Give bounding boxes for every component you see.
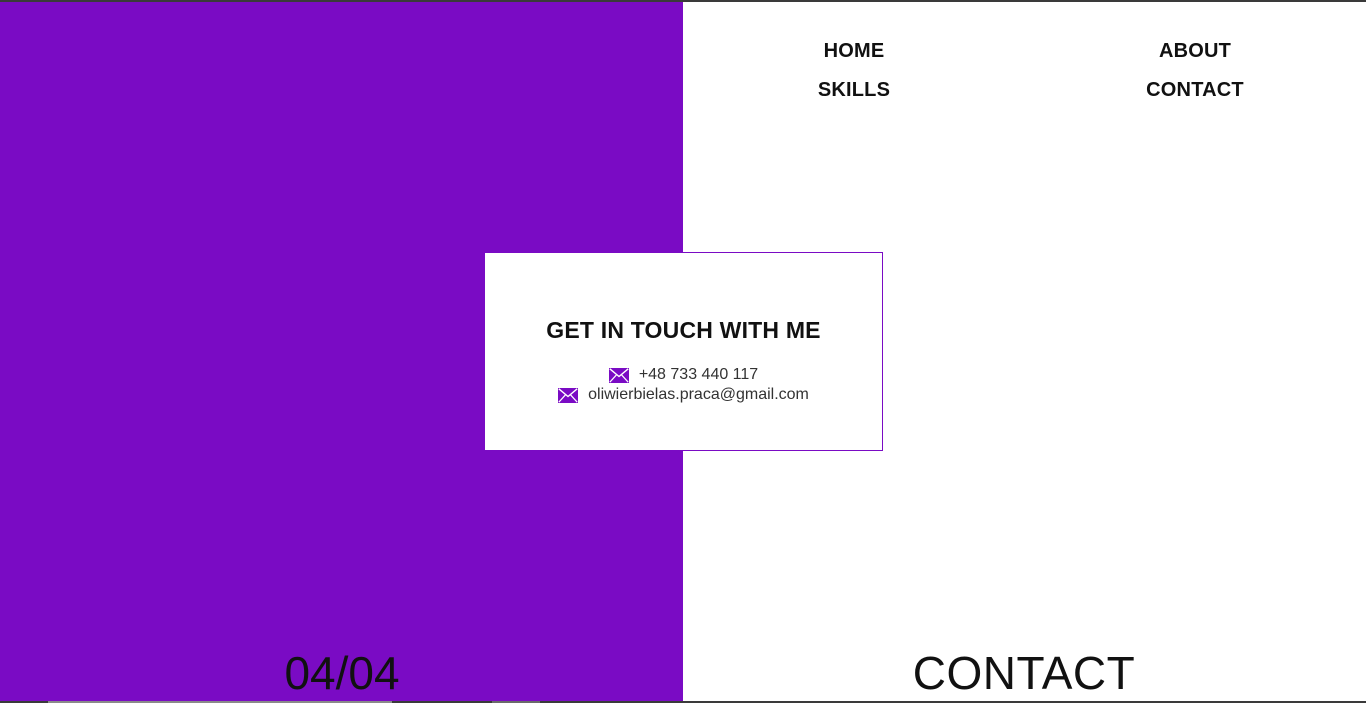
slide-counter: 04/04 (284, 647, 400, 699)
nav-skills-link[interactable]: SKILLS (754, 79, 954, 102)
nav-home-link[interactable]: HOME (754, 40, 954, 63)
main-nav: HOME ABOUT SKILLS CONTACT (683, 36, 1366, 116)
contact-card: GET IN TOUCH WITH ME +48 733 440 117 oli… (484, 252, 883, 451)
phone-number[interactable]: +48 733 440 117 (639, 366, 758, 384)
page: HOME ABOUT SKILLS CONTACT GET IN TOUCH W… (0, 0, 1366, 703)
mail-icon (558, 387, 579, 403)
card-title: GET IN TOUCH WITH ME (546, 317, 821, 343)
mail-icon (608, 367, 629, 383)
email-line: oliwierbielas.praca@gmail.com (485, 386, 882, 404)
phone-line: +48 733 440 117 (485, 366, 882, 384)
nav-contact-link[interactable]: CONTACT (1095, 79, 1295, 102)
nav-about-link[interactable]: ABOUT (1095, 40, 1295, 63)
email-address[interactable]: oliwierbielas.praca@gmail.com (588, 386, 809, 404)
section-title: CONTACT (912, 647, 1136, 699)
